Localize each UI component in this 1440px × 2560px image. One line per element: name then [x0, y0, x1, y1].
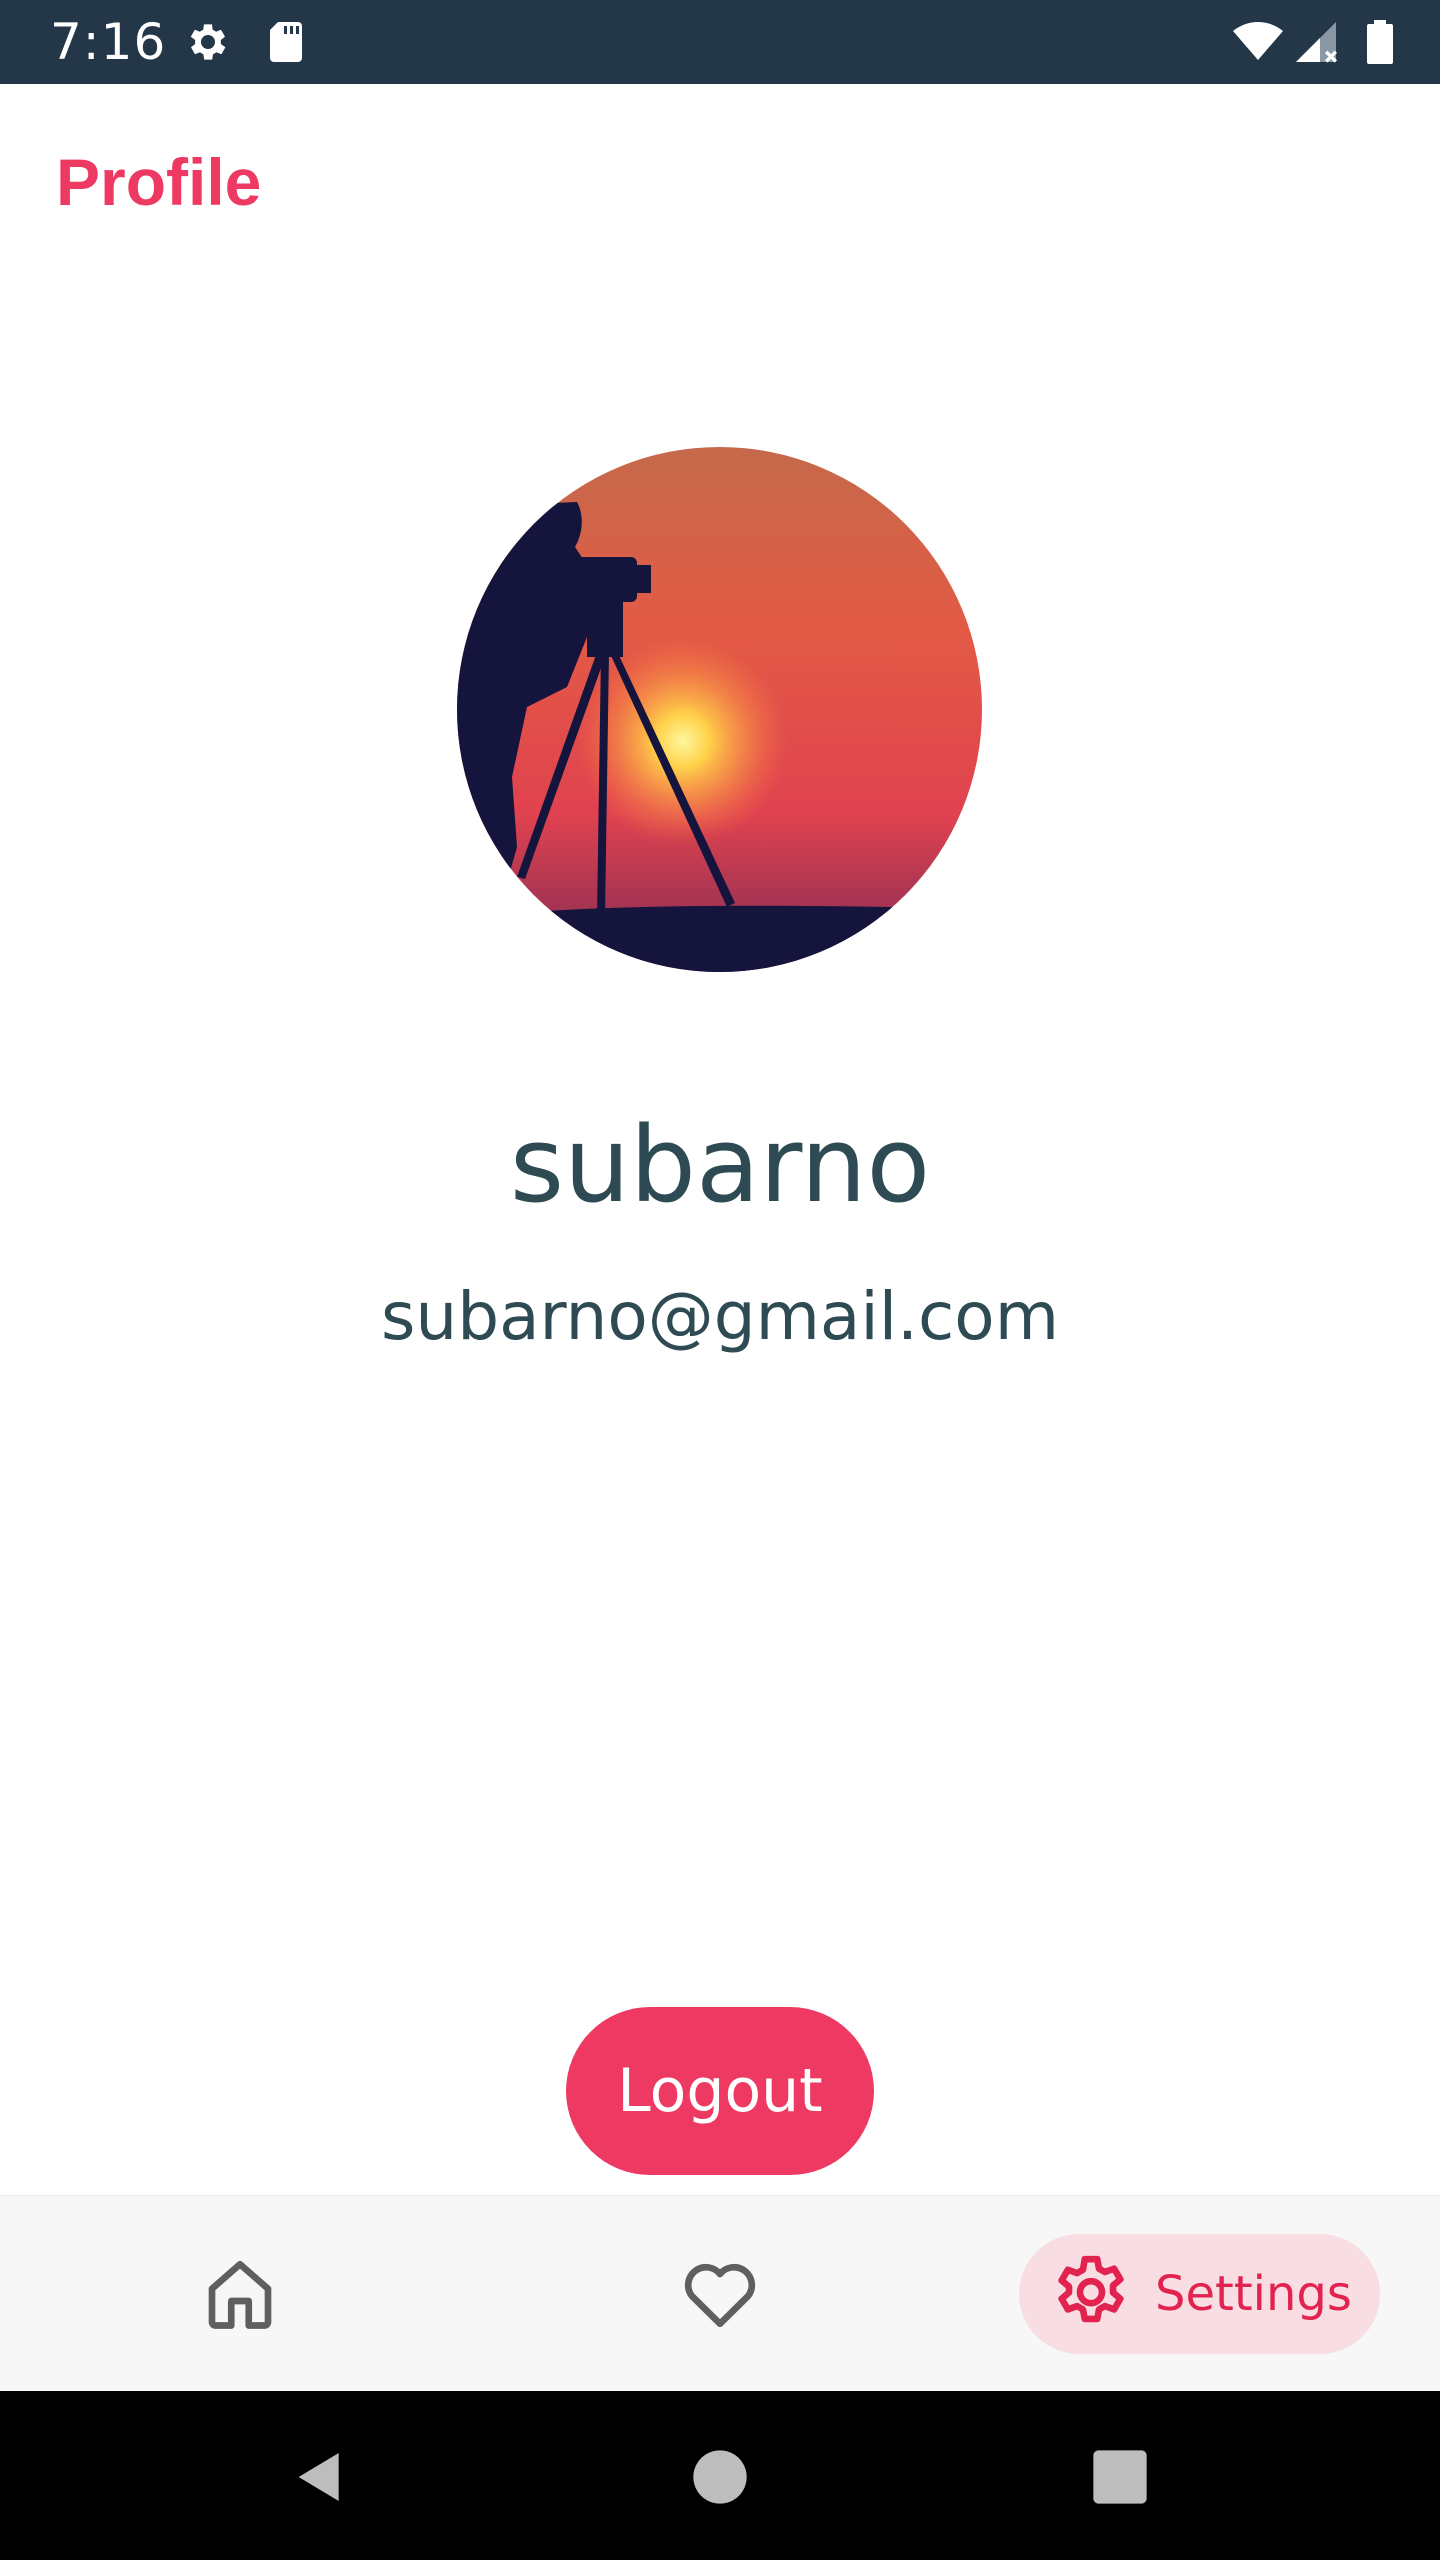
logout-button[interactable]: Logout [566, 2007, 874, 2175]
home-circle-icon[interactable] [688, 2445, 752, 2509]
settings-icon [184, 18, 232, 66]
gear-icon [1047, 2250, 1135, 2338]
profile-screen: 7:16 Profile subarno subarno@gmail.com L… [0, 0, 1440, 2560]
page-title: Profile [56, 145, 262, 219]
status-time: 7:16 [50, 13, 167, 71]
bottom-nav: Settings [0, 2195, 1440, 2392]
system-nav-bar [0, 2391, 1440, 2560]
sd-card-icon [262, 18, 310, 66]
nav-settings-label: Settings [1155, 2266, 1352, 2322]
avatar [457, 447, 982, 972]
user-name: subarno [509, 1104, 931, 1226]
recents-icon[interactable] [1088, 2445, 1152, 2509]
wifi-icon [1228, 18, 1288, 66]
home-icon [198, 2252, 282, 2336]
status-bar: 7:16 [0, 0, 1440, 84]
nav-favorites[interactable] [660, 2234, 780, 2354]
nav-home[interactable] [180, 2234, 300, 2354]
signal-icon [1292, 18, 1340, 66]
nav-settings[interactable]: Settings [1019, 2234, 1380, 2354]
user-email: subarno@gmail.com [381, 1278, 1059, 1355]
battery-icon [1356, 18, 1404, 66]
heart-icon [678, 2252, 762, 2336]
back-icon[interactable] [288, 2445, 352, 2509]
